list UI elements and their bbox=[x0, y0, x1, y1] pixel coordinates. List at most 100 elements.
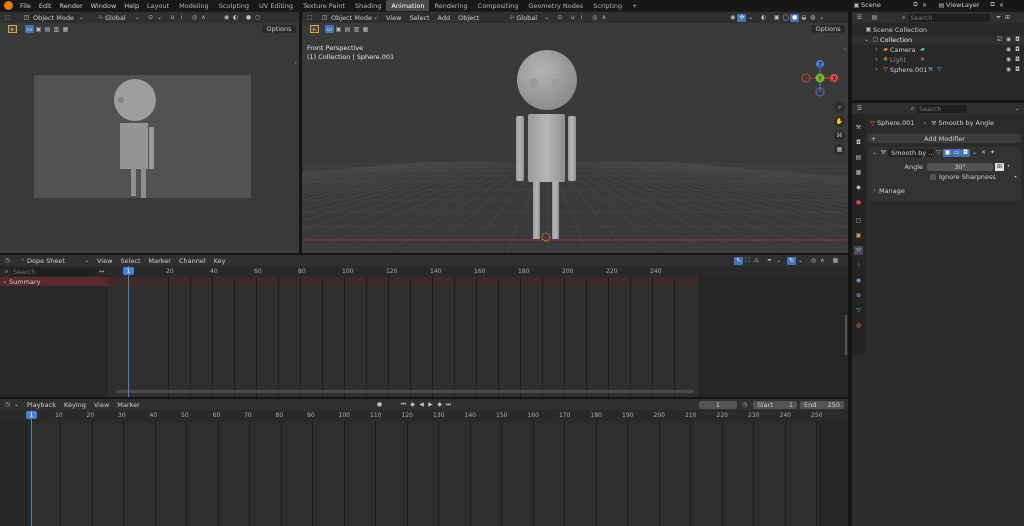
tab-texture-paint[interactable]: Texture Paint bbox=[298, 0, 350, 11]
object-mode-dropdown[interactable]: Object Mode bbox=[329, 13, 372, 22]
swap-icon[interactable]: ↔ bbox=[97, 268, 106, 276]
tab-modeling[interactable]: Modeling bbox=[174, 0, 214, 11]
only-errors-icon[interactable]: ⚠ bbox=[752, 257, 761, 265]
menu-render[interactable]: Render bbox=[59, 2, 82, 10]
jump-start-icon[interactable]: ⏮ bbox=[399, 401, 408, 409]
select-invert-icon[interactable]: ▥ bbox=[52, 25, 61, 33]
material-tab-icon[interactable]: ◍ bbox=[854, 321, 863, 330]
shading-solid-icon[interactable]: ● bbox=[790, 13, 800, 22]
chevron-right-icon[interactable]: › bbox=[872, 56, 881, 64]
collapse-chevron-icon[interactable]: ⌄ bbox=[870, 149, 879, 157]
proportional-edit-icon[interactable]: ◎ bbox=[590, 14, 599, 22]
menu-view[interactable]: View bbox=[97, 257, 112, 265]
toggle-sidebar-icon[interactable]: ‹ bbox=[295, 60, 297, 67]
data-tab-icon[interactable]: ▽ bbox=[854, 306, 863, 315]
jump-end-icon[interactable]: ⏭ bbox=[444, 401, 453, 409]
dropdown-icon[interactable]: ⌄ bbox=[970, 149, 979, 157]
tab-layout[interactable]: Layout bbox=[142, 0, 174, 11]
visibility-eye-icon[interactable]: ◉ bbox=[1004, 66, 1013, 74]
tab-compositing[interactable]: Compositing bbox=[473, 0, 524, 11]
snap-target-icon[interactable]: ⌄ bbox=[155, 14, 164, 22]
render-camera-icon[interactable]: ◘ bbox=[1013, 36, 1022, 44]
pivot-icon[interactable]: ⌄ bbox=[133, 14, 142, 22]
view-layer-selector[interactable]: ViewLayer bbox=[946, 1, 988, 9]
shading-render-icon[interactable]: ○ bbox=[253, 14, 262, 22]
mode-icon[interactable]: ⁘ bbox=[18, 257, 27, 265]
dope-scrollbar[interactable] bbox=[116, 390, 694, 393]
outliner-row-collection[interactable]: ⌄ ▢ Collection ☑ ◉ ◘ bbox=[852, 35, 1024, 45]
chevron-right-icon[interactable]: › bbox=[870, 187, 879, 195]
area-divider[interactable] bbox=[0, 253, 848, 255]
keyframe-dot-icon[interactable]: • bbox=[1011, 173, 1020, 181]
object-mode-icon[interactable]: ◳ bbox=[320, 14, 329, 22]
snap-element-icon[interactable]: ⁞ bbox=[577, 14, 586, 22]
editor-type-icon[interactable]: ◷ bbox=[3, 257, 12, 265]
only-selected-icon[interactable]: ↖ bbox=[734, 256, 743, 265]
toggle-sidebar-icon[interactable]: ‹ bbox=[844, 46, 846, 53]
new-collection-icon[interactable]: ⊞ bbox=[1003, 14, 1012, 22]
transform-orientation-dropdown[interactable]: Global bbox=[516, 14, 542, 22]
menu-marker[interactable]: Marker bbox=[117, 401, 139, 409]
proportional-edit-icon[interactable]: ◎ bbox=[190, 14, 199, 22]
outliner-row-sphere[interactable]: › ▽ Sphere.001 ⚒ ▽ ◉ ◘ bbox=[852, 65, 1024, 75]
menu-playback[interactable]: Playback bbox=[27, 401, 56, 409]
edit-mode-toggle-icon[interactable]: ▣ bbox=[943, 148, 952, 157]
visibility-eye-icon[interactable]: ◉ bbox=[1004, 36, 1013, 44]
end-frame-field[interactable]: End 250 bbox=[800, 400, 844, 409]
options-dropdown[interactable]: Options bbox=[262, 25, 296, 33]
delete-scene-icon[interactable]: ✕ bbox=[920, 1, 929, 9]
clock-icon[interactable]: ◷ bbox=[740, 401, 749, 409]
delete-view-layer-icon[interactable]: ✕ bbox=[997, 1, 1006, 9]
eye-icon[interactable]: ◉ bbox=[728, 14, 737, 22]
menu-select[interactable]: Select bbox=[120, 257, 140, 265]
transform-orientation-icon[interactable]: ⊹ bbox=[96, 14, 105, 22]
select-intersect-icon[interactable]: ▦ bbox=[361, 25, 370, 33]
menu-select[interactable]: Select bbox=[409, 14, 429, 22]
tool-tab-icon[interactable]: ⚒ bbox=[854, 123, 863, 132]
prev-keyframe-icon[interactable]: ◆ bbox=[408, 401, 417, 409]
snapping-icon[interactable]: ↻ bbox=[787, 256, 796, 265]
object-mode-dropdown[interactable]: Object Mode bbox=[31, 13, 77, 22]
menu-object[interactable]: Object bbox=[458, 14, 479, 22]
menu-add[interactable]: Add bbox=[438, 14, 451, 22]
transform-orientation-icon[interactable]: ⊹ bbox=[507, 14, 516, 22]
chevron-right-icon[interactable]: › bbox=[872, 66, 881, 74]
overlay-icon[interactable]: ◐ bbox=[231, 14, 240, 22]
shading-solid-icon[interactable]: ● bbox=[244, 14, 253, 22]
area-divider[interactable] bbox=[848, 0, 852, 526]
next-keyframe-icon[interactable]: ◆ bbox=[435, 401, 444, 409]
object-tab-icon[interactable]: ▣ bbox=[854, 231, 863, 240]
editor-type-icon[interactable]: ⬚ bbox=[305, 14, 314, 22]
transform-orientation-dropdown[interactable]: Global bbox=[105, 14, 133, 22]
pivot-icon[interactable]: ⌄ bbox=[542, 14, 551, 22]
playhead-line[interactable] bbox=[31, 410, 32, 526]
display-mode-icon[interactable]: ▤ bbox=[870, 14, 879, 22]
gizmo-dropdown-icon[interactable]: ⌄ bbox=[746, 14, 755, 22]
modifier-tab-icon[interactable]: ⚒ bbox=[854, 246, 863, 255]
chevron-down-icon[interactable]: ⌄ bbox=[862, 36, 871, 44]
camera-view-icon[interactable]: ⌘ bbox=[834, 130, 845, 141]
channel-search-input[interactable]: Search bbox=[11, 267, 95, 276]
auto-keying-icon[interactable]: ● bbox=[375, 401, 384, 409]
properties-search-input[interactable]: Search bbox=[917, 104, 967, 113]
playhead-frame-badge[interactable]: 1 bbox=[26, 411, 37, 419]
falloff-icon[interactable]: ∧ bbox=[599, 14, 608, 22]
blender-logo-icon[interactable] bbox=[4, 1, 13, 10]
pin-icon[interactable]: ✦ bbox=[988, 149, 997, 157]
select-extend-icon[interactable]: ▣ bbox=[34, 25, 43, 33]
playhead-line[interactable] bbox=[128, 266, 129, 397]
tool-select-icon[interactable]: ▸ bbox=[310, 25, 319, 33]
select-new-icon[interactable]: ▭ bbox=[25, 25, 34, 33]
add-modifier-button[interactable]: + Add Modifier bbox=[868, 134, 1021, 143]
exclude-checkbox-icon[interactable]: ☑ bbox=[995, 36, 1004, 44]
menu-keying[interactable]: Keying bbox=[64, 401, 86, 409]
snapping-dropdown-icon[interactable]: ⌄ bbox=[796, 257, 805, 265]
chevron-down-icon[interactable]: ⌄ bbox=[0, 278, 9, 286]
ignore-sharpness-checkbox[interactable] bbox=[930, 174, 936, 180]
visibility-eye-icon[interactable]: ◉ bbox=[1004, 56, 1013, 64]
pin-icon[interactable]: ⌄ bbox=[1013, 105, 1022, 113]
shading-material-icon[interactable]: ◒ bbox=[799, 14, 808, 22]
modifier-name-field[interactable]: Smooth by ... bbox=[888, 148, 934, 157]
render-camera-icon[interactable]: ◘ bbox=[1013, 46, 1022, 54]
view-layer-tab-icon[interactable]: ▦ bbox=[854, 168, 863, 177]
